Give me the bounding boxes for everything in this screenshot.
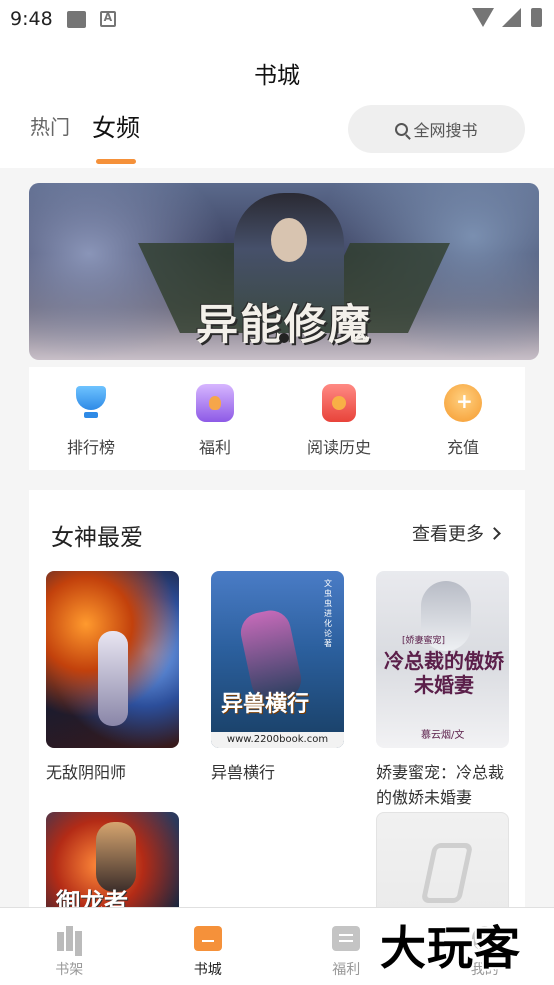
nav-bookstore[interactable]: 书城	[139, 908, 278, 985]
cover-author: 慕云烟/文	[421, 730, 465, 741]
view-more-label: 查看更多	[412, 524, 484, 545]
quick-nav-welfare[interactable]: 福利	[153, 367, 277, 470]
quick-nav: 排行榜 福利 阅读历史 充值	[29, 367, 525, 470]
cover-subtitle: [娇妻蜜宠]	[402, 636, 446, 646]
book-card[interactable]: 文 虫虫进化论 著 异兽横行 www.2200book.com 异兽横行	[211, 571, 344, 785]
trophy-icon	[72, 384, 110, 422]
carousel-indicator	[279, 333, 289, 343]
tab-female[interactable]: 女频	[92, 108, 140, 143]
image-notification-icon	[66, 10, 86, 28]
header: 书城 热门 女频 全网搜书	[0, 38, 554, 168]
cover-url: www.2200book.com	[211, 732, 344, 748]
book-title: 无敌阴阳师	[46, 763, 127, 782]
quick-nav-recharge[interactable]: 充值	[401, 367, 525, 470]
book-cover	[46, 571, 179, 748]
battery-icon	[531, 8, 542, 27]
signal-icon	[502, 8, 521, 27]
quick-nav-ranking[interactable]: 排行榜	[29, 367, 153, 470]
status-bar: 9:48	[0, 0, 554, 38]
tab-hot[interactable]: 热门	[30, 111, 70, 140]
nav-bookshelf[interactable]: 书架	[0, 908, 139, 985]
status-indicators	[472, 8, 542, 27]
nav-label: 书架	[55, 962, 84, 978]
page-title: 书城	[254, 63, 300, 89]
book-card[interactable]: 无敌阴阳师	[46, 571, 179, 785]
book-title: 异兽横行	[211, 763, 276, 782]
search-icon	[395, 122, 409, 136]
history-icon	[322, 384, 356, 422]
book-section: 女神最爱 查看更多 无敌阴阳师 文 虫虫进化论 著 异兽横行 www.2200b…	[29, 490, 525, 985]
gift-icon	[196, 384, 234, 422]
welfare-icon	[332, 926, 361, 951]
nav-label: 书城	[193, 962, 222, 978]
app-notification-icon	[99, 11, 116, 27]
status-time: 9:48	[10, 8, 53, 30]
watermark-logo: 大玩客	[380, 921, 521, 975]
quick-nav-label: 阅读历史	[306, 438, 371, 457]
chevron-right-icon	[488, 526, 501, 540]
quick-nav-label: 排行榜	[66, 438, 115, 457]
wifi-icon	[472, 8, 494, 27]
nav-label: 福利	[332, 962, 361, 978]
bookshelf-icon	[55, 926, 83, 951]
quick-nav-label: 福利	[198, 438, 231, 457]
quick-nav-label: 充值	[446, 438, 479, 457]
active-tab-indicator	[96, 159, 136, 164]
book-cover: [娇妻蜜宠] 冷总裁的傲娇未婚妻 慕云烟/文	[376, 571, 509, 748]
book-card[interactable]: [娇妻蜜宠] 冷总裁的傲娇未婚妻 慕云烟/文 娇妻蜜宠：冷总裁的傲娇未婚妻	[376, 571, 509, 810]
cover-title: 冷总裁的傲娇未婚妻	[384, 649, 504, 697]
store-icon	[193, 926, 222, 951]
section-title: 女神最爱	[51, 525, 143, 551]
view-more-link[interactable]: 查看更多	[412, 520, 501, 546]
search-button[interactable]: 全网搜书	[348, 105, 525, 153]
book-cover: 文 虫虫进化论 著 异兽横行 www.2200book.com	[211, 571, 344, 748]
cover-author: 文 虫虫进化论 著	[324, 579, 332, 648]
quick-nav-history[interactable]: 阅读历史	[277, 367, 401, 470]
recharge-icon	[444, 384, 482, 422]
search-label: 全网搜书	[413, 121, 478, 140]
cover-title: 异兽横行	[221, 691, 310, 717]
book-title: 娇妻蜜宠：冷总裁的傲娇未婚妻	[376, 763, 505, 807]
